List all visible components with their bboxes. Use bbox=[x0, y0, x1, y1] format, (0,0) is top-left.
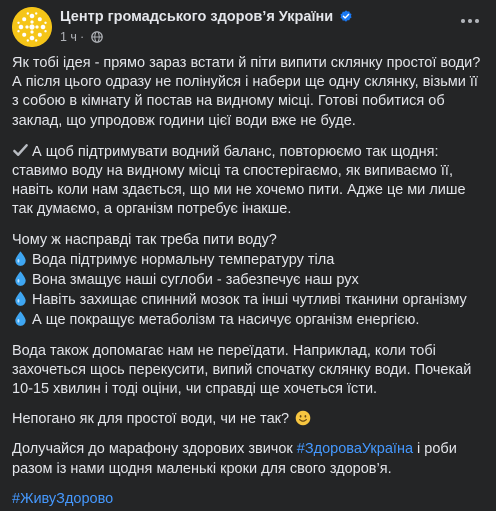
verified-badge-icon bbox=[340, 10, 352, 22]
post-paragraph-3: Чому ж насправді так треба пити воду? Во… bbox=[12, 231, 486, 331]
page-name-text[interactable]: Центр громадського здоров’я України bbox=[60, 9, 333, 25]
post-paragraph-7: #ЖивуЗдорово bbox=[12, 490, 486, 509]
p6-text-before: Долучайся до марафону здорових звичок bbox=[12, 441, 297, 458]
bullet-text: Вона змащує наші суглоби - забезпечує на… bbox=[32, 272, 359, 289]
globe-icon[interactable] bbox=[90, 31, 103, 43]
page-name[interactable]: Центр громадського здоров’я України bbox=[60, 9, 353, 25]
more-options-button[interactable] bbox=[456, 11, 484, 31]
check-mark-icon bbox=[13, 143, 28, 156]
post-paragraph-6: Долучайся до марафону здорових звичок #З… bbox=[12, 440, 486, 478]
bullet-text: А ще покращує метаболізм та насичує орга… bbox=[32, 312, 420, 329]
droplet-icon bbox=[15, 291, 26, 307]
post-paragraph-1: Як тобі ідея - прямо зараз встати й піти… bbox=[12, 55, 481, 129]
droplet-icon bbox=[15, 271, 26, 286]
bullet-text: Вода підтримує нормальну температуру тіл… bbox=[32, 251, 335, 268]
droplet-icon bbox=[15, 311, 26, 327]
post-paragraph-2-text: А щоб підтримувати водний баланс, повтор… bbox=[12, 143, 466, 218]
post-time[interactable]: 1 ч bbox=[60, 30, 77, 44]
post-paragraph-5: Непогано як для простої води, чи не так? bbox=[12, 410, 486, 429]
bullet-item: Навіть захищає спинний мозок та інші чут… bbox=[12, 290, 486, 310]
page-avatar[interactable] bbox=[12, 7, 52, 47]
smiley-icon bbox=[295, 410, 311, 426]
meta-separator: · bbox=[79, 30, 85, 44]
droplet-icon bbox=[15, 251, 26, 266]
post-paragraph-4: Вода також допомагає нам не переїдати. Н… bbox=[12, 342, 472, 398]
more-dot-icon bbox=[475, 19, 479, 23]
bullet-intro: Чому ж насправді так треба пити воду? bbox=[12, 231, 277, 248]
bullet-item: Вона змащує наші суглоби - забезпечує на… bbox=[12, 270, 486, 290]
bullet-item: А ще покращує метаболізм та насичує орга… bbox=[12, 310, 486, 330]
hashtag-link-zhyvu-zdorovo[interactable]: #ЖивуЗдорово bbox=[12, 491, 113, 507]
phc-logo-icon bbox=[12, 7, 52, 47]
more-dot-icon bbox=[468, 19, 472, 23]
post-body: Як тобі ідея - прямо зараз встати й піти… bbox=[12, 54, 486, 511]
post-paragraph-2: А щоб підтримувати водний баланс, повтор… bbox=[12, 142, 486, 220]
post-header: Центр громадського здоров’я України 1 ч · bbox=[12, 7, 484, 47]
bullet-item: Вода підтримує нормальну температуру тіл… bbox=[12, 250, 486, 270]
hashtag-link-zdorova-ukraina[interactable]: #ЗдороваУкраїна bbox=[297, 441, 413, 457]
post-paragraph-5-text: Непогано як для простої води, чи не так? bbox=[12, 411, 290, 428]
bullet-text: Навіть захищає спинний мозок та інші чут… bbox=[32, 292, 467, 309]
more-dot-icon bbox=[461, 19, 465, 23]
post-meta: 1 ч · bbox=[60, 30, 103, 44]
